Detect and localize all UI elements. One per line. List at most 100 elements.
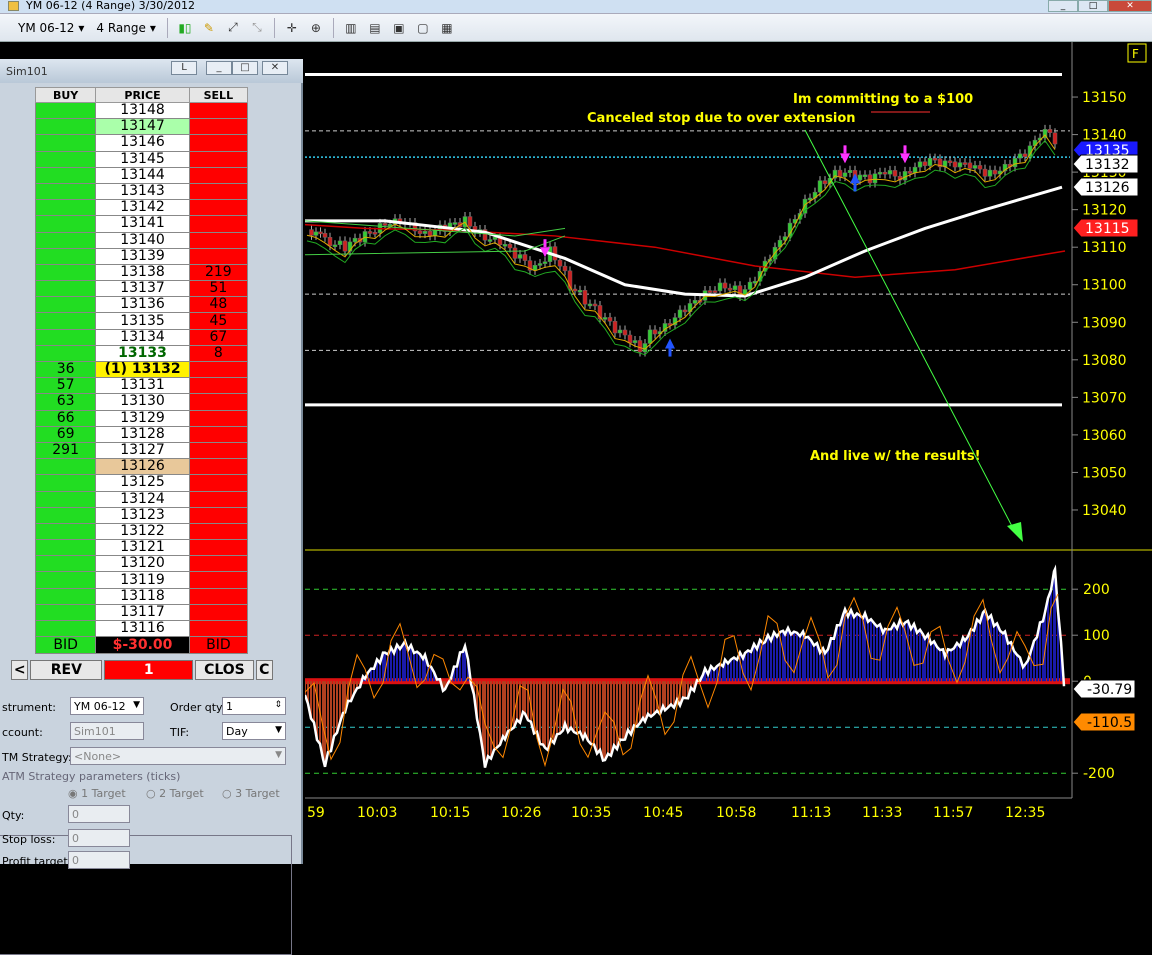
price-chart[interactable]: 1315013140131301312013110131001309013080… xyxy=(303,42,1152,864)
ladder-row[interactable]: 13145 xyxy=(34,150,249,168)
pin-icon[interactable]: ⤡ xyxy=(247,18,267,38)
dom-minimize-button[interactable]: _ xyxy=(206,61,232,75)
sell-cell[interactable] xyxy=(188,118,249,136)
buy-cell[interactable]: 57 xyxy=(34,377,97,395)
crosshair-icon[interactable]: ✛ xyxy=(282,18,302,38)
strategies-icon[interactable]: ▤ xyxy=(365,18,385,38)
bar-type-selector[interactable]: 4 Range ▾ xyxy=(92,21,160,35)
buy-cell[interactable] xyxy=(34,312,97,330)
sell-cell[interactable] xyxy=(188,425,249,443)
ladder-row[interactable]: 69 13128 xyxy=(34,425,249,443)
sell-cell[interactable]: 45 xyxy=(188,312,249,330)
sell-cell[interactable] xyxy=(188,458,249,476)
close-position-button[interactable]: CLOS xyxy=(195,660,254,680)
sell-cell[interactable] xyxy=(188,199,249,217)
instrument-select[interactable]: YM 06-12 ▼ xyxy=(70,697,144,715)
profit-target-input[interactable]: 0 xyxy=(68,851,130,869)
sell-cell[interactable] xyxy=(188,150,249,168)
target-3-radio[interactable]: ○ 3 Target xyxy=(222,787,280,800)
ladder-row[interactable]: 291 13127 xyxy=(34,441,249,460)
scroll-left-button[interactable]: < xyxy=(11,660,29,680)
buy-cell[interactable] xyxy=(34,474,97,492)
center-button[interactable]: C xyxy=(255,660,273,680)
target-2-radio[interactable]: ○ 2 Target xyxy=(146,787,204,800)
reverse-button[interactable]: REV xyxy=(30,660,103,680)
sell-cell[interactable] xyxy=(188,603,249,622)
sell-cell[interactable]: 8 xyxy=(188,344,249,363)
buy-cell[interactable] xyxy=(34,182,97,201)
price-ladder[interactable]: BUY PRICE SELL 13148 13147 13146 13145 13144… xyxy=(34,87,249,655)
ladder-row[interactable]: 13143 xyxy=(34,182,249,201)
buy-cell[interactable] xyxy=(34,231,97,249)
tif-select[interactable]: Day ▼ xyxy=(222,722,286,740)
account-select[interactable]: Sim101 xyxy=(70,722,144,740)
ladder-row[interactable]: 13126 xyxy=(34,458,249,476)
bar-style-icon[interactable]: ▮▯ xyxy=(175,18,195,38)
buy-cell[interactable] xyxy=(34,571,97,589)
buy-cell[interactable] xyxy=(34,506,97,524)
ladder-row[interactable]: 13144 xyxy=(34,166,249,184)
sell-cell[interactable]: 51 xyxy=(188,280,249,298)
sell-cell[interactable] xyxy=(188,571,249,589)
sell-cell[interactable]: 48 xyxy=(188,296,249,314)
ladder-row[interactable]: 13121 xyxy=(34,539,249,557)
close-window-button[interactable]: ✕ xyxy=(1108,0,1152,12)
ladder-row[interactable]: 13142 xyxy=(34,199,249,217)
minimize-button[interactable]: _ xyxy=(1048,0,1078,12)
ladder-row[interactable]: 13148 xyxy=(34,101,249,120)
ladder-row[interactable]: 13120 xyxy=(34,555,249,573)
sell-cell[interactable] xyxy=(188,619,249,638)
maximize-button[interactable]: □ xyxy=(1078,0,1108,12)
link-button[interactable]: L xyxy=(171,61,197,75)
sell-cell[interactable] xyxy=(188,393,249,411)
buy-cell[interactable] xyxy=(34,166,97,184)
ladder-row[interactable]: 13117 xyxy=(34,603,249,622)
buy-cell[interactable] xyxy=(34,280,97,298)
ladder-row[interactable]: 13119 xyxy=(34,571,249,589)
drawing-tool-icon[interactable]: ⤢ xyxy=(223,18,243,38)
ladder-row[interactable]: 13147 xyxy=(34,118,249,136)
sell-cell[interactable] xyxy=(188,377,249,395)
ladder-row[interactable]: 13124 xyxy=(34,490,249,508)
sell-cell[interactable] xyxy=(188,506,249,524)
sell-cell[interactable] xyxy=(188,587,249,605)
buy-cell[interactable] xyxy=(34,490,97,508)
buy-cell[interactable] xyxy=(34,134,97,152)
sell-cell[interactable] xyxy=(188,182,249,201)
instrument-selector[interactable]: YM 06-12 ▾ xyxy=(14,21,88,35)
order-qty-input[interactable]: 1 ⇕ xyxy=(222,697,286,715)
ladder-row[interactable]: 13135 45 xyxy=(34,312,249,330)
buy-cell[interactable]: 63 xyxy=(34,393,97,411)
sell-cell[interactable] xyxy=(188,555,249,573)
ladder-row[interactable]: 13123 xyxy=(34,506,249,524)
buy-cell[interactable]: 66 xyxy=(34,409,97,427)
chart-panel[interactable]: 1315013140131301312013110131001309013080… xyxy=(303,42,1152,864)
ladder-row[interactable]: 13133 8 xyxy=(34,344,249,363)
sell-cell[interactable] xyxy=(188,539,249,557)
sell-cell[interactable] xyxy=(188,231,249,249)
ladder-row[interactable]: 66 13129 xyxy=(34,409,249,427)
zoom-icon[interactable]: ⊕ xyxy=(306,18,326,38)
buy-cell[interactable] xyxy=(34,118,97,136)
ladder-row[interactable]: 13134 67 xyxy=(34,328,249,346)
sell-cell[interactable] xyxy=(188,522,249,541)
dom-close-button[interactable]: ✕ xyxy=(262,61,288,75)
ladder-row[interactable]: 13125 xyxy=(34,474,249,492)
buy-cell[interactable] xyxy=(34,215,97,233)
buy-cell[interactable] xyxy=(34,263,97,282)
ladder-row[interactable]: 63 13130 xyxy=(34,393,249,411)
ladder-row[interactable]: 13139 xyxy=(34,247,249,265)
spinner-icon[interactable]: ⇕ xyxy=(274,700,282,710)
buy-cell[interactable] xyxy=(34,458,97,476)
ladder-row[interactable]: 36 (1) 13132 xyxy=(34,360,249,379)
sell-cell[interactable] xyxy=(188,441,249,460)
buy-cell[interactable]: 36 xyxy=(34,360,97,379)
print-icon[interactable]: ▢ xyxy=(413,18,433,38)
ladder-row[interactable]: 13116 xyxy=(34,619,249,638)
ladder-row[interactable]: 13140 xyxy=(34,231,249,249)
buy-cell[interactable] xyxy=(34,247,97,265)
buy-cell[interactable]: 69 xyxy=(34,425,97,443)
ladder-row[interactable]: 13136 48 xyxy=(34,296,249,314)
buy-cell[interactable] xyxy=(34,296,97,314)
dom-maximize-button[interactable]: □ xyxy=(232,61,258,75)
